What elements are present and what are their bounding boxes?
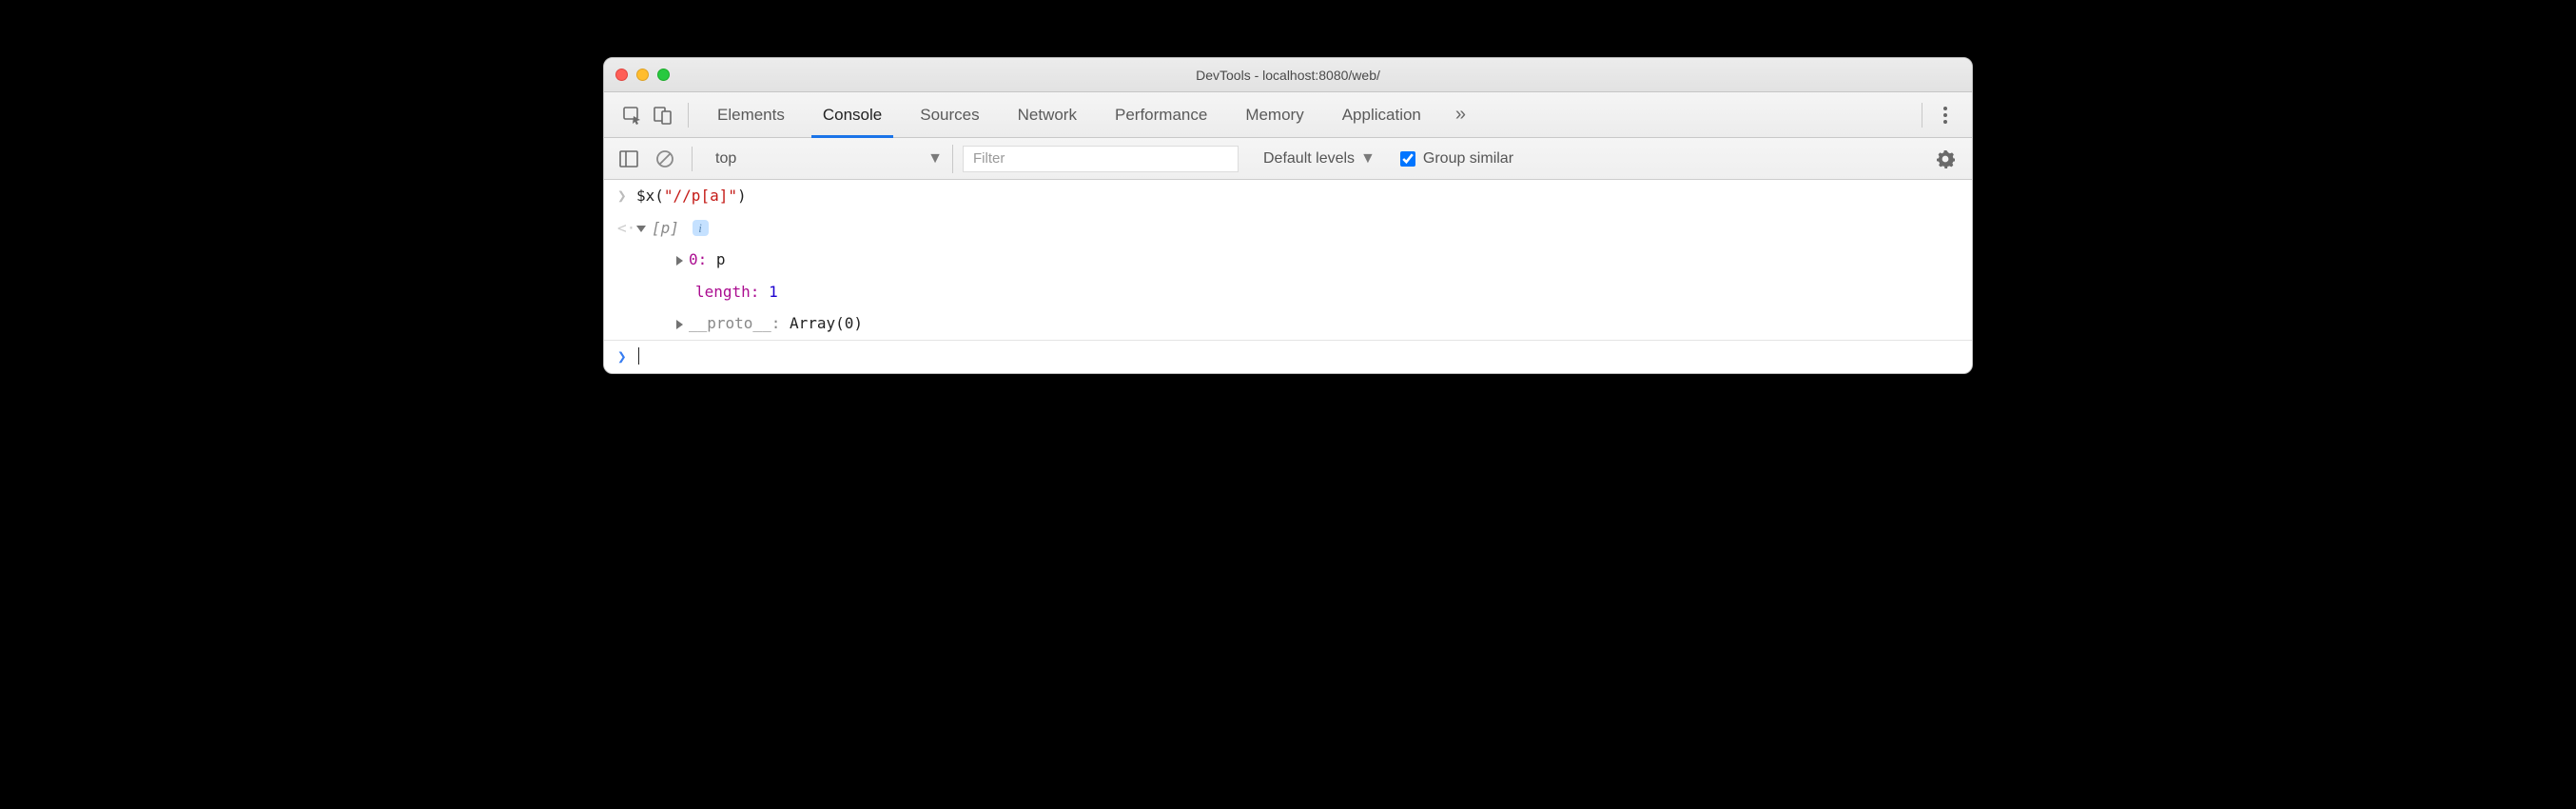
prop-content: length: 1 [636,278,1959,306]
text-cursor [638,347,639,365]
minimize-window-button[interactable] [636,69,649,81]
window-controls [615,69,670,81]
execution-context-select[interactable]: top ▼ [706,145,953,173]
devtools-window: DevTools - localhost:8080/web/ Elements … [603,57,1973,374]
separator [688,103,689,128]
console-output-prop[interactable]: length: 1 [604,276,1972,308]
console-prompt-row[interactable]: ❯ [604,341,1972,373]
tab-label: Elements [717,106,785,125]
entry-value: p [716,250,726,268]
proto-value: Array(0) [790,314,863,332]
proto-key: __proto__ [689,314,771,332]
tab-label: Console [823,106,882,125]
maximize-window-button[interactable] [657,69,670,81]
console-toolbar: top ▼ Default levels ▼ Group similar [604,138,1972,180]
tab-console[interactable]: Console [804,92,901,137]
clear-console-icon[interactable] [652,146,678,172]
tab-label: Performance [1115,106,1207,125]
window-title: DevTools - localhost:8080/web/ [604,68,1972,83]
panel-tabstrip: Elements Console Sources Network Perform… [604,92,1972,138]
group-similar-checkbox[interactable]: Group similar [1400,150,1513,168]
prompt-marker-icon: ❯ [617,343,636,371]
close-window-button[interactable] [615,69,628,81]
filter-input[interactable] [963,146,1239,172]
context-label: top [715,150,736,168]
dropdown-arrow-icon: ▼ [927,150,943,168]
info-badge-icon[interactable]: i [693,220,709,236]
bracket: [ [652,219,661,237]
tab-application[interactable]: Application [1323,92,1440,137]
group-similar-input[interactable] [1400,151,1415,167]
titlebar: DevTools - localhost:8080/web/ [604,58,1972,92]
log-level-select[interactable]: Default levels ▼ [1248,150,1391,168]
expand-arrow-icon[interactable] [636,226,646,232]
tab-memory[interactable]: Memory [1226,92,1322,137]
console-body: ❯ $x("//p[a]") <· [p] i 0: p length: 1 _… [604,180,1972,373]
more-tabs-icon[interactable]: » [1440,104,1481,126]
tab-label: Network [1018,106,1077,125]
console-output-summary[interactable]: <· [p] i [604,212,1972,245]
separator [692,147,693,171]
tab-label: Application [1342,106,1421,125]
entry-content: 0: p [636,246,1959,274]
toggle-sidebar-icon[interactable] [615,146,642,172]
tab-sources[interactable]: Sources [901,92,998,137]
dropdown-arrow-icon: ▼ [1360,150,1376,168]
token-fn: $x [636,187,654,205]
output-marker-icon: <· [617,214,636,243]
tab-label: Memory [1245,106,1303,125]
token-string: "//p[a]" [664,187,737,205]
expand-arrow-icon[interactable] [676,320,683,329]
kebab-icon [1943,107,1947,124]
console-prompt-input[interactable] [636,343,1959,371]
expand-arrow-icon[interactable] [676,256,683,266]
tab-network[interactable]: Network [999,92,1096,137]
summary-tag: p [661,219,671,237]
settings-menu-button[interactable] [1932,107,1959,124]
tab-performance[interactable]: Performance [1096,92,1226,137]
prop-value: 1 [769,283,778,301]
console-input-row[interactable]: ❯ $x("//p[a]") [604,180,1972,212]
group-similar-label: Group similar [1423,150,1513,168]
console-output-content: [p] i [636,214,1959,243]
console-settings-icon[interactable] [1930,149,1961,168]
console-output-proto[interactable]: __proto__: Array(0) [604,307,1972,340]
inspect-element-icon[interactable] [617,100,648,130]
input-marker-icon: ❯ [617,182,636,210]
bracket: ] [670,219,679,237]
entry-key: 0 [689,250,698,268]
console-input-content: $x("//p[a]") [636,182,1959,210]
tab-label: Sources [920,106,979,125]
device-toolbar-icon[interactable] [648,100,678,130]
prop-key: length [695,283,751,301]
tab-elements[interactable]: Elements [698,92,804,137]
console-output-entry[interactable]: 0: p [604,244,1972,276]
level-label: Default levels [1263,150,1355,168]
proto-content: __proto__: Array(0) [636,309,1959,338]
